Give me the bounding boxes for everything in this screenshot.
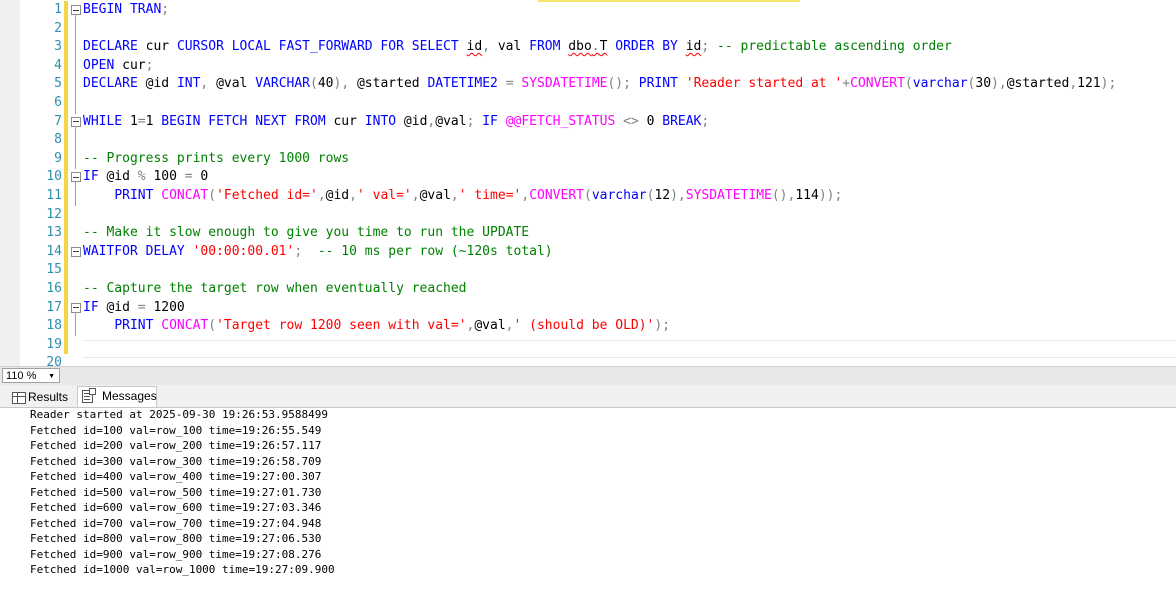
change-bar — [64, 205, 68, 225]
message-line: Fetched id=400 val=row_400 time=19:27:00… — [30, 470, 322, 483]
messages-pane[interactable]: Reader started at 2025-09-30 19:26:53.95… — [0, 408, 1176, 605]
line-number: 2 — [54, 20, 62, 36]
code-line-7[interactable]: WHILE 1=1 BEGIN FETCH NEXT FROM cur INTO… — [83, 113, 709, 132]
message-line: Fetched id=900 val=row_900 time=19:27:08… — [30, 547, 322, 561]
change-bar — [64, 94, 68, 113]
collapse-icon[interactable] — [71, 246, 81, 257]
code-line-10[interactable]: IF @id % 100 = 0 — [83, 168, 208, 187]
tab-messages[interactable]: Messages — [77, 386, 157, 407]
line-number: 5 — [54, 76, 62, 92]
current-line-highlight — [83, 340, 1176, 358]
change-bar — [64, 149, 68, 169]
line-number: 20 — [46, 355, 62, 366]
message-line: Fetched id=800 val=row_800 time=19:27:06… — [30, 532, 322, 545]
line-number: 19 — [46, 336, 62, 352]
line-number: 6 — [54, 95, 62, 110]
zoom-bar: 110 % ▼ — [0, 366, 1176, 385]
line-number: 16 — [46, 281, 62, 296]
code-line-9[interactable]: -- Progress prints every 1000 rows — [83, 150, 349, 169]
code-line-4[interactable]: OPEN cur; — [83, 57, 153, 76]
change-bar — [64, 75, 68, 94]
collapse-icon[interactable] — [71, 172, 81, 183]
line-number: 15 — [46, 262, 62, 278]
fold-guide — [75, 182, 76, 206]
message-line: Fetched id=300 val=row_300 time=19:26:58… — [30, 454, 322, 468]
line-number: 9 — [54, 150, 62, 166]
message-line: Reader started at 2025-09-30 19:26:53.95… — [30, 408, 329, 421]
line-number: 18 — [46, 318, 62, 334]
messages-icon — [82, 388, 96, 403]
code-line-17[interactable]: IF @id = 1200 — [83, 299, 185, 318]
change-bar — [64, 261, 68, 280]
tab-results-label: Results — [28, 390, 69, 404]
collapse-icon[interactable] — [71, 116, 81, 127]
message-line: Fetched id=1000 val=row_1000 time=19:27:… — [30, 563, 335, 576]
line-number: 13 — [46, 225, 62, 241]
change-bar — [64, 56, 68, 76]
zoom-value: 110 % — [6, 370, 37, 382]
code-line-14[interactable]: WAITFOR DELAY '00:00:00.01'; -- 10 ms pe… — [83, 243, 553, 262]
tab-results[interactable]: Results — [6, 388, 76, 407]
message-line: Fetched id=600 val=row_600 time=19:27:03… — [30, 501, 322, 514]
change-bar — [64, 335, 68, 355]
code-line-18[interactable]: PRINT CONCAT('Target row 1200 seen with … — [83, 317, 670, 336]
fold-guide — [75, 126, 76, 169]
line-number: 8 — [54, 132, 62, 148]
line-number: 12 — [46, 206, 62, 222]
message-line: Fetched id=100 val=row_100 time=19:26:55… — [30, 423, 322, 437]
grid-icon — [12, 392, 26, 404]
code-line-16[interactable]: -- Capture the target row when eventuall… — [83, 280, 467, 299]
change-bar — [64, 19, 68, 39]
collapse-icon[interactable] — [71, 5, 81, 15]
code-line-5[interactable]: DECLARE @id INT, @val VARCHAR(40), @star… — [83, 75, 1116, 94]
collapse-icon[interactable] — [71, 302, 81, 313]
message-line: Fetched id=200 val=row_200 time=19:26:57… — [30, 439, 322, 452]
change-bar — [64, 280, 68, 299]
code-line-3[interactable]: DECLARE cur CURSOR LOCAL FAST_FORWARD FO… — [83, 38, 952, 57]
change-bar — [64, 317, 68, 336]
line-number: 11 — [46, 188, 62, 203]
tab-messages-label: Messages — [102, 389, 157, 403]
fold-guide — [75, 14, 76, 114]
code-line-11[interactable]: PRINT CONCAT('Fetched id=',@id,' val=',@… — [83, 187, 842, 206]
zoom-select[interactable]: 110 % ▼ — [2, 368, 60, 383]
fold-guide — [75, 312, 76, 336]
chevron-down-icon[interactable]: ▼ — [48, 369, 55, 384]
change-bar — [64, 224, 68, 243]
query-editor[interactable]: 1 2 3 4 5 6 7 8 9 10 11 12 13 14 15 16 1… — [0, 0, 1176, 366]
results-tab-bar: Results Messages — [0, 385, 1176, 408]
line-number: 4 — [54, 57, 62, 73]
line-number: 3 — [54, 39, 62, 55]
code-line-13[interactable]: -- Make it slow enough to give you time … — [83, 224, 529, 243]
code-line-1[interactable]: BEGIN TRAN; — [83, 1, 169, 20]
change-bar — [64, 38, 68, 57]
change-bar — [64, 187, 68, 206]
message-line: Fetched id=500 val=row_500 time=19:27:01… — [30, 485, 322, 499]
message-line: Fetched id=700 val=row_700 time=19:27:04… — [30, 516, 322, 530]
change-bar — [64, 131, 68, 150]
